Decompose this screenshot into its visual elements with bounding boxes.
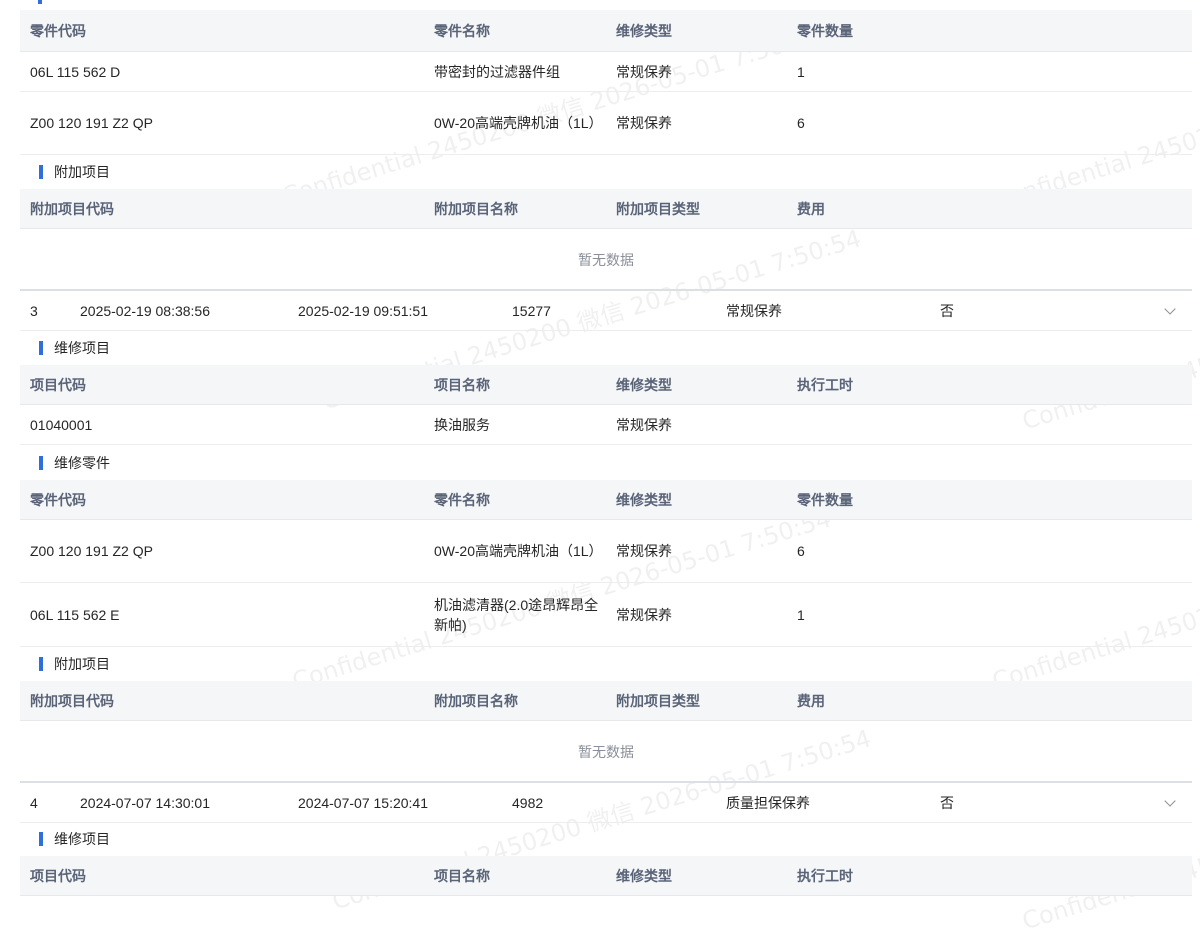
record-index: 4 (30, 794, 38, 811)
table-header: 零件代码 零件名称 维修类型 零件数量 (20, 480, 1192, 520)
section-label: 维修项目 (54, 340, 110, 356)
chevron-down-icon[interactable] (1164, 794, 1176, 807)
section-marker-icon (39, 832, 43, 846)
section-title: 附加项目 (20, 653, 110, 675)
header-cell: 维修类型 (616, 22, 672, 39)
header-cell: 附加项目名称 (434, 692, 518, 709)
header-cell: 零件数量 (797, 22, 853, 39)
table-header: 附加项目代码 附加项目名称 附加项目类型 费用 (20, 681, 1192, 721)
record-row-3[interactable]: 3 2025-02-19 08:38:56 2025-02-19 09:51:5… (20, 289, 1192, 331)
empty-state: 暂无数据 (578, 252, 634, 268)
record-start-time: 2025-02-19 08:38:56 (80, 302, 210, 319)
header-cell: 零件名称 (434, 491, 490, 508)
part-code: 06L 115 562 E (30, 606, 120, 623)
header-cell: 零件代码 (30, 22, 86, 39)
repair-type: 常规保养 (616, 63, 672, 80)
header-cell: 维修类型 (616, 491, 672, 508)
header-cell: 零件代码 (30, 491, 86, 508)
header-cell: 执行工时 (797, 867, 853, 884)
section-title: 维修项目 (20, 828, 110, 850)
section-marker-icon (39, 456, 43, 470)
section-title: 维修项目 (20, 337, 110, 359)
watermark: Confidential 2450200 微信 2026-05-01 7:50:… (1018, 744, 1200, 936)
part-qty: 1 (797, 63, 805, 80)
additional-table: 附加项目代码 附加项目名称 附加项目类型 费用 (20, 189, 1192, 229)
section-label: 附加项目 (54, 656, 110, 672)
header-cell: 附加项目名称 (434, 200, 518, 217)
repair-type: 常规保养 (616, 115, 672, 131)
parts-table: 零件代码 零件名称 维修类型 零件数量 06L 115 562 D 带密封的过滤… (20, 10, 1192, 155)
additional-table: 附加项目代码 附加项目名称 附加项目类型 费用 (20, 681, 1192, 721)
record-mileage: 4982 (512, 794, 544, 811)
part-qty: 6 (797, 115, 805, 131)
header-cell: 零件名称 (434, 22, 490, 39)
section-title: 维修零件 (20, 452, 110, 474)
header-cell: 附加项目类型 (616, 200, 700, 217)
part-name: 0W-20高端壳牌机油（1L） (434, 543, 603, 559)
record-end-time: 2025-02-19 09:51:51 (298, 302, 428, 319)
table-header: 附加项目代码 附加项目名称 附加项目类型 费用 (20, 189, 1192, 229)
item-code: 01040001 (30, 416, 93, 433)
record-start-time: 2024-07-07 14:30:01 (80, 794, 210, 811)
header-cell: 项目名称 (434, 376, 490, 393)
part-qty: 1 (797, 606, 805, 623)
header-cell: 项目名称 (434, 867, 490, 884)
table-header: 项目代码 项目名称 维修类型 执行工时 (20, 856, 1192, 896)
section-label: 附加项目 (54, 164, 110, 180)
repair-type: 常规保养 (616, 416, 672, 433)
section-marker-icon (39, 341, 43, 355)
record-mileage: 15277 (512, 302, 551, 319)
record-type: 质量担保保养 (726, 794, 810, 811)
chevron-down-icon[interactable] (1164, 302, 1176, 315)
header-cell: 零件数量 (797, 491, 853, 508)
table-row: 01040001 换油服务 常规保养 (20, 405, 1192, 445)
header-cell: 费用 (797, 692, 825, 709)
record-end-time: 2024-07-07 15:20:41 (298, 794, 428, 811)
table-header: 项目代码 项目名称 维修类型 执行工时 (20, 365, 1192, 405)
part-code: Z00 120 191 Z2 QP (30, 543, 153, 559)
section-marker-icon (39, 657, 43, 671)
header-cell: 附加项目类型 (616, 692, 700, 709)
part-code: Z00 120 191 Z2 QP (30, 115, 153, 131)
repair-type: 常规保养 (616, 543, 672, 559)
part-name: 机油滤清器(2.0途昂辉昂全新帕) (434, 596, 599, 633)
part-name: 带密封的过滤器件组 (434, 63, 560, 80)
record-flag: 否 (940, 794, 954, 811)
header-cell: 项目代码 (30, 867, 86, 884)
repair-type: 常规保养 (616, 606, 672, 623)
section-label: 维修项目 (54, 831, 110, 847)
item-name: 换油服务 (434, 416, 490, 433)
section-marker-icon (38, 0, 42, 4)
header-cell: 项目代码 (30, 376, 86, 393)
section-title: 附加项目 (20, 161, 110, 183)
part-qty: 6 (797, 543, 805, 559)
table-row: Z00 120 191 Z2 QP 0W-20高端壳牌机油（1L） 常规保养 6 (20, 520, 1192, 583)
section-marker-icon (39, 165, 43, 179)
table-row: 06L 115 562 D 带密封的过滤器件组 常规保养 1 (20, 52, 1192, 92)
record-flag: 否 (940, 302, 954, 319)
header-cell: 维修类型 (616, 867, 672, 884)
header-cell: 费用 (797, 200, 825, 217)
header-cell: 执行工时 (797, 376, 853, 393)
header-cell: 附加项目代码 (30, 692, 114, 709)
section-label: 维修零件 (54, 455, 110, 471)
table-row: 06L 115 562 E 机油滤清器(2.0途昂辉昂全新帕) 常规保养 1 (20, 583, 1192, 647)
record-row-4[interactable]: 4 2024-07-07 14:30:01 2024-07-07 15:20:4… (20, 781, 1192, 823)
table-row: Z00 120 191 Z2 QP 0W-20高端壳牌机油（1L） 常规保养 6 (20, 92, 1192, 155)
table-header: 零件代码 零件名称 维修类型 零件数量 (20, 10, 1192, 52)
record-index: 3 (30, 302, 38, 319)
items-table: 项目代码 项目名称 维修类型 执行工时 (20, 856, 1192, 896)
header-cell: 附加项目代码 (30, 200, 114, 217)
part-name: 0W-20高端壳牌机油（1L） (434, 115, 603, 131)
items-table: 项目代码 项目名称 维修类型 执行工时 01040001 换油服务 常规保养 (20, 365, 1192, 445)
part-code: 06L 115 562 D (30, 63, 121, 80)
record-type: 常规保养 (726, 302, 782, 319)
empty-state: 暂无数据 (578, 744, 634, 760)
parts-table: 零件代码 零件名称 维修类型 零件数量 Z00 120 191 Z2 QP 0W… (20, 480, 1192, 647)
header-cell: 维修类型 (616, 376, 672, 393)
